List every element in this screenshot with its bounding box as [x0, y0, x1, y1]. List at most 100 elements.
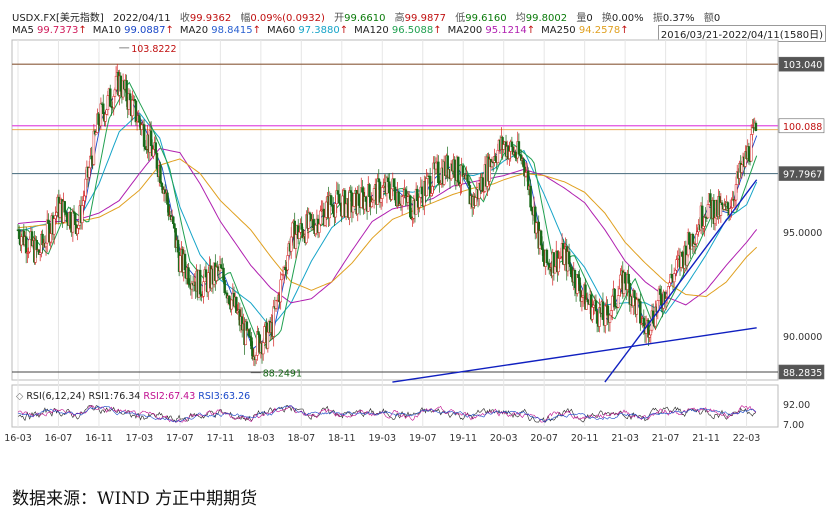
candle-body — [92, 130, 96, 165]
candle-body — [166, 192, 169, 205]
candle-body — [524, 172, 528, 177]
candle-body — [144, 146, 147, 150]
candle-body — [84, 178, 87, 197]
candle-body — [420, 186, 424, 195]
candle-body — [69, 211, 72, 229]
candle-body — [649, 329, 653, 336]
candle-body — [749, 134, 753, 162]
candle-body — [386, 177, 390, 182]
candle-body — [284, 267, 287, 271]
candle-body — [481, 177, 484, 193]
candle-body — [49, 233, 52, 243]
candle-body — [601, 301, 605, 320]
candle-body — [247, 329, 251, 337]
x-tick-label: 20-07 — [530, 433, 558, 444]
candle-body — [569, 263, 572, 267]
candle-body — [223, 280, 226, 293]
candle-body — [256, 331, 259, 356]
candle-body — [751, 127, 754, 135]
candle-body — [87, 167, 91, 178]
y-tick-label: 103.040 — [783, 60, 822, 71]
candle-body — [606, 305, 609, 316]
x-tick-label: 19-03 — [368, 433, 396, 444]
candle-body — [430, 193, 433, 196]
candle-body — [496, 149, 500, 163]
x-tick-label: 17-03 — [126, 433, 154, 444]
x-tick-label: 16-07 — [45, 433, 73, 444]
candle-body — [105, 109, 108, 115]
candle-body — [594, 300, 598, 312]
y-tick-label: 90.0000 — [783, 332, 822, 343]
candle-body — [535, 222, 538, 234]
candle-body — [207, 272, 210, 293]
candle-body — [595, 310, 599, 324]
candle-body — [219, 264, 223, 269]
candle-body — [592, 304, 595, 308]
candle-body — [179, 255, 182, 272]
price-chart[interactable]: 16-03 16-07 16-11 17-03 17-07 17-11 18-03 18-07… — [0, 0, 838, 523]
candle-body — [437, 161, 440, 184]
candle-body — [364, 196, 368, 202]
candle-body — [80, 205, 84, 223]
candle-body — [149, 130, 153, 147]
candle-body — [508, 151, 511, 159]
candle-body — [272, 306, 275, 337]
candle-body — [376, 178, 379, 205]
candle-body — [323, 217, 327, 226]
candle-body — [112, 96, 115, 108]
candle-body — [539, 230, 543, 246]
candle-body — [172, 216, 175, 225]
candle-body — [204, 269, 208, 278]
candle-body — [696, 231, 699, 235]
candle-body — [128, 93, 132, 101]
candle-body — [202, 281, 205, 297]
candle-body — [709, 193, 712, 203]
candle-body — [200, 293, 203, 297]
rsi-legend: ◇ RSI(6,12,24) RSI1:76.34 RSI2:67.43 RSI… — [16, 391, 250, 402]
candle-body — [353, 193, 356, 207]
x-tick-label: 21-07 — [652, 433, 680, 444]
candle-body — [522, 158, 525, 168]
rsi-tick-label: 7.00 — [783, 420, 804, 431]
candle-body — [131, 99, 134, 117]
candle-body — [291, 222, 294, 238]
x-tick-label: 18-03 — [247, 433, 275, 444]
candle-body — [371, 199, 375, 203]
candle-body — [351, 206, 355, 213]
candle-body — [344, 203, 348, 217]
candle-body — [134, 100, 138, 123]
candle-body — [461, 165, 465, 177]
y-tick-label: 100.088 — [783, 122, 822, 133]
candle-body — [336, 190, 340, 195]
candle-body — [235, 296, 238, 313]
candle-body — [187, 267, 190, 284]
candle-body — [228, 295, 231, 304]
candle-body — [553, 266, 557, 274]
candle-body — [434, 162, 438, 170]
candle-body — [703, 216, 706, 227]
candle-body — [294, 234, 298, 249]
candle-body — [307, 212, 310, 229]
x-tick-label: 18-11 — [328, 433, 356, 444]
candle-body — [245, 321, 249, 331]
candle-body — [416, 188, 419, 201]
candle-body — [104, 114, 107, 122]
candle-body — [494, 156, 497, 161]
candle-body — [114, 75, 118, 91]
x-tick-label: 20-11 — [571, 433, 599, 444]
candle-body — [254, 355, 258, 360]
candle-body — [510, 141, 514, 148]
candle-body — [388, 181, 391, 194]
candle-body — [261, 342, 265, 355]
candle-body — [404, 189, 407, 197]
candle-body — [578, 277, 581, 291]
candle-body — [466, 175, 469, 182]
candle-body — [648, 334, 651, 338]
candle-body — [400, 196, 404, 206]
candle-body — [176, 239, 180, 253]
candle-body — [370, 201, 374, 207]
candle-body — [173, 223, 176, 229]
x-tick-label: 21-03 — [611, 433, 639, 444]
candle-body — [298, 231, 301, 239]
candle-body — [577, 274, 580, 278]
